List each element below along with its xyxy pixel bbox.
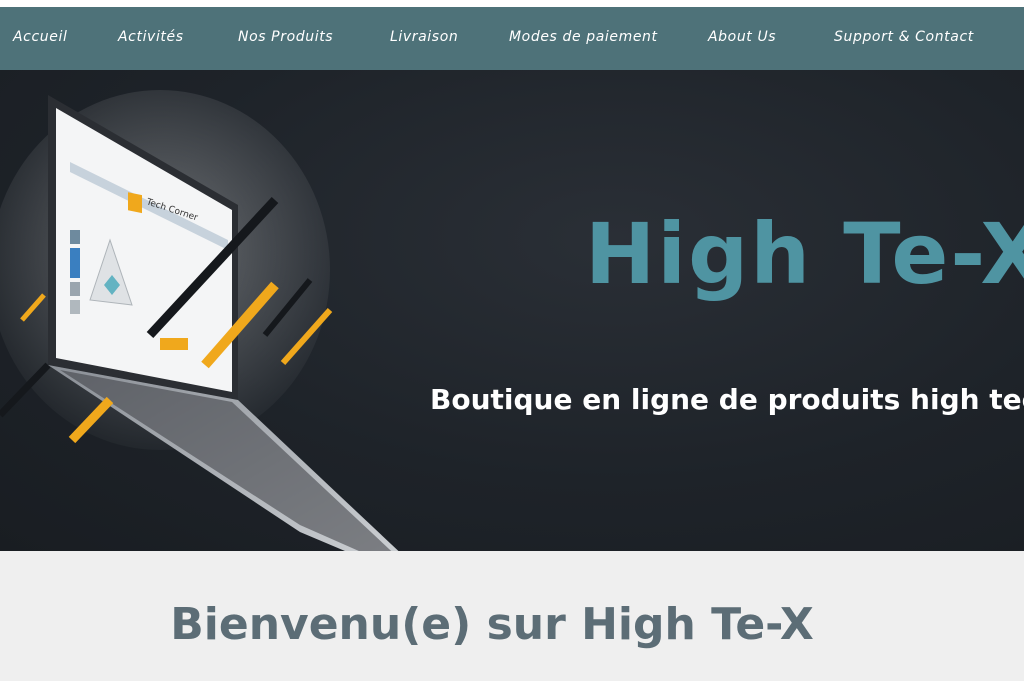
hero-subtitle: Boutique en ligne de produits high tech bbox=[430, 383, 1024, 416]
welcome-heading: Bienvenu(e) sur High Te-X bbox=[170, 599, 814, 650]
nav-item-nos-produits[interactable]: Nos Produits bbox=[238, 29, 333, 45]
top-strip bbox=[0, 0, 1024, 7]
hero-banner: Tech Corner High Te-X Boutique en ligne … bbox=[0, 70, 1024, 551]
nav-item-activites[interactable]: Activités bbox=[118, 29, 184, 45]
welcome-section: Bienvenu(e) sur High Te-X bbox=[0, 551, 1024, 681]
nav-item-support-contact[interactable]: Support & Contact bbox=[834, 29, 974, 45]
main-nav: Accueil Activités Nos Produits Livraison… bbox=[0, 7, 1024, 70]
hero-title: High Te-X bbox=[585, 205, 1024, 303]
nav-item-modes-de-paiement[interactable]: Modes de paiement bbox=[509, 29, 658, 45]
laptop-illustration: Tech Corner bbox=[0, 90, 399, 551]
nav-item-livraison[interactable]: Livraison bbox=[390, 29, 458, 45]
nav-item-accueil[interactable]: Accueil bbox=[13, 29, 67, 45]
nav-item-about-us[interactable]: About Us bbox=[708, 29, 776, 45]
